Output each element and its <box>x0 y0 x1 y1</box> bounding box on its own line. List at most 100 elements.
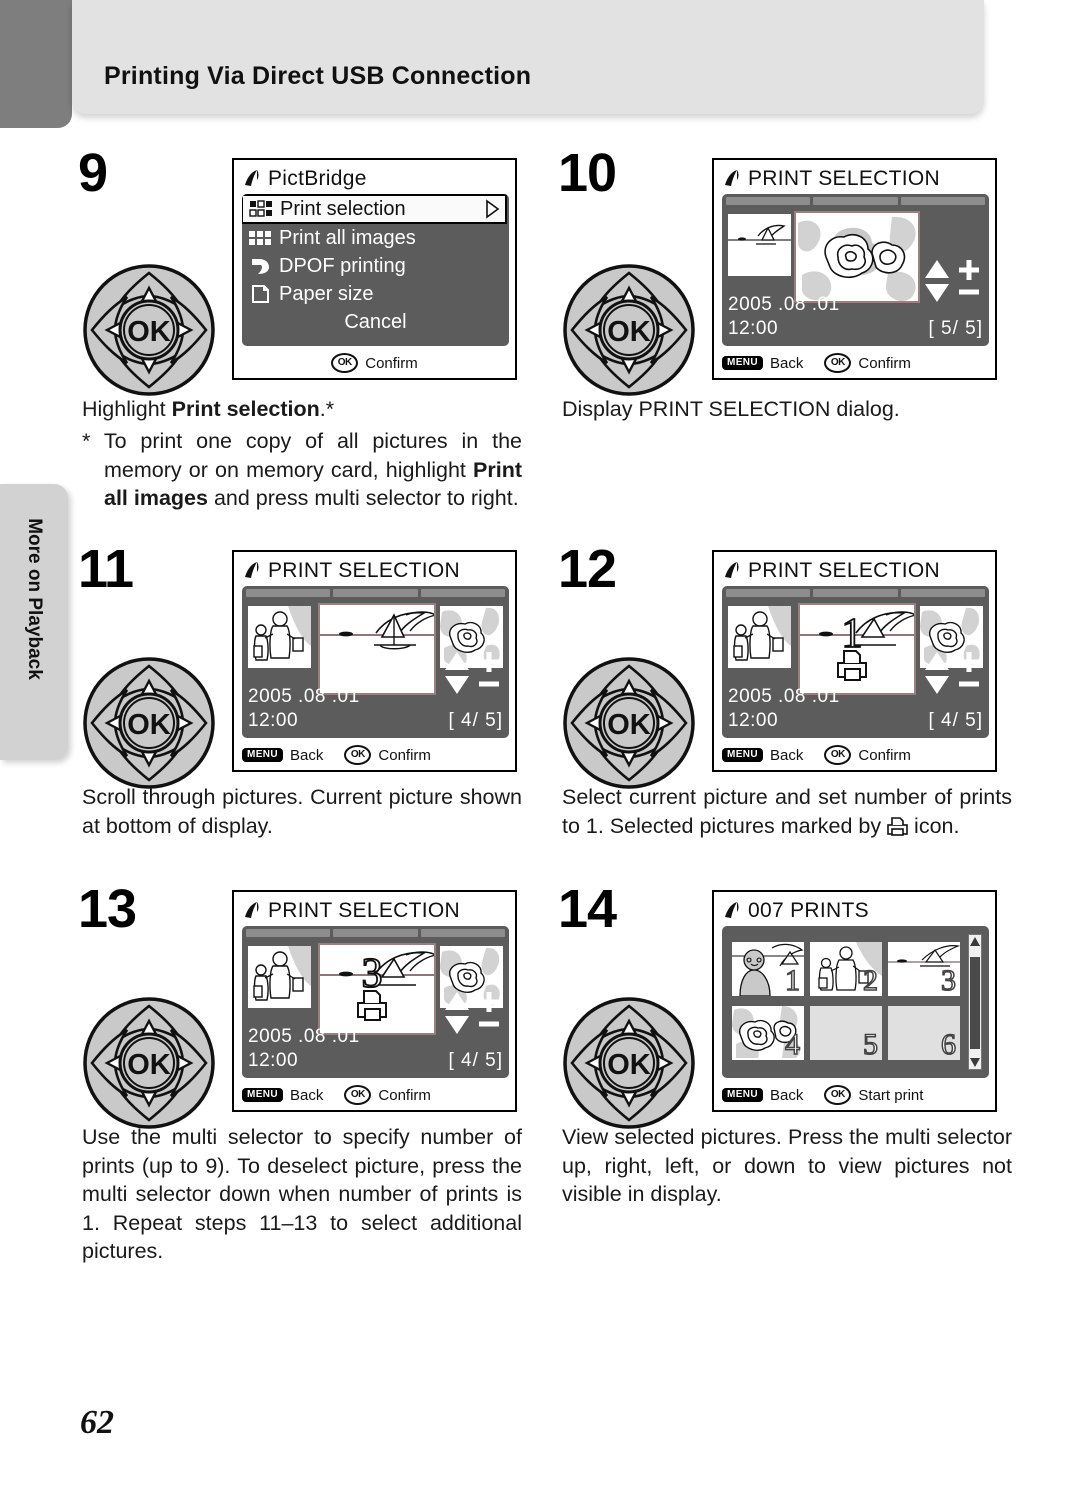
step-11-caption: Scroll through pictures. Current picture… <box>82 785 522 838</box>
grid-cell[interactable]: 6 <box>888 1006 960 1060</box>
camera-screen-print-selection: PRINT SELECTION <box>232 550 517 772</box>
grid-cell-number: 6 <box>940 1028 957 1060</box>
dpof-icon <box>248 256 274 276</box>
thumbnail-previous[interactable] <box>248 606 311 668</box>
multi-selector-dpad[interactable]: OK <box>82 996 216 1130</box>
screen-title: PRINT SELECTION <box>748 559 940 582</box>
caption-tail: icon. <box>908 813 960 838</box>
screen-title: 007 PRINTS <box>748 899 869 922</box>
grid-cell[interactable]: 2 <box>810 942 882 996</box>
grid-scrollbar[interactable] <box>968 934 982 1070</box>
scroll-thumb[interactable] <box>970 957 980 1049</box>
screen-body: 1 <box>722 926 989 1078</box>
footer-label-confirm: Confirm <box>858 746 911 764</box>
picture-time: 12:00 <box>248 710 299 731</box>
thumbnail-strip-top <box>242 586 509 600</box>
thumbnail-previous[interactable] <box>248 946 311 1008</box>
footer-label-start-print: Start print <box>858 1086 924 1104</box>
screen-body: 2005 .08 .01 12:00 [ 4/ 5] <box>242 586 509 738</box>
grid-cell[interactable]: 4 <box>732 1006 804 1060</box>
screen-footer: MENU Back OK Confirm <box>242 743 507 767</box>
grid-cell-number: 3 <box>940 964 957 996</box>
grid-cell[interactable]: 5 <box>810 1006 882 1060</box>
menu-item-label: Paper size <box>279 282 374 305</box>
scroll-down-arrow-icon[interactable] <box>970 1058 980 1067</box>
footer-label-back: Back <box>290 1086 324 1104</box>
grid-cell[interactable]: 1 <box>732 942 804 996</box>
multi-selector-dpad[interactable]: OK <box>562 656 696 790</box>
header-bar <box>72 0 984 114</box>
menu-button-icon: MENU <box>722 1088 764 1102</box>
step-number: 9 <box>78 143 108 203</box>
menu-button-icon: MENU <box>722 748 764 762</box>
thumbnail-previous[interactable] <box>728 214 791 276</box>
page-number: 62 <box>80 1404 114 1441</box>
pictbridge-icon <box>242 561 262 581</box>
picture-counter: [ 4/ 5] <box>448 710 503 731</box>
camera-screen-print-selection: PRINT SELECTION <box>712 550 997 772</box>
step-10-caption: Display PRINT SELECTION dialog. <box>562 397 900 421</box>
multi-selector-dpad[interactable]: OK <box>562 263 696 397</box>
screen-footer: MENU Back OK Start print <box>722 1083 987 1107</box>
picture-date: 2005 .08 .01 <box>248 686 360 707</box>
multi-selector-dpad[interactable]: OK <box>82 656 216 790</box>
scroll-up-arrow-icon[interactable] <box>970 937 980 946</box>
footnote-text-1: * To print one copy of all pictures in t… <box>82 429 522 482</box>
step-number: 11 <box>78 539 134 599</box>
svg-text:OK: OK <box>607 316 651 348</box>
camera-screen-prints-grid: 007 PRINTS 1 2 3 4 5 6 MENU Back OK Star… <box>712 890 997 1112</box>
grid-cell-number: 2 <box>862 964 879 996</box>
svg-text:OK: OK <box>127 709 171 741</box>
screen-title-bar: PRINT SELECTION <box>242 556 509 586</box>
pictbridge-icon <box>242 901 262 921</box>
pictbridge-icon <box>722 169 742 189</box>
print-selection-icon <box>249 199 275 219</box>
ok-button-icon: OK <box>824 745 852 765</box>
picture-counter: [ 5/ 5] <box>928 318 983 339</box>
step-14-caption: View selected pictures. Press the multi … <box>562 1125 1012 1207</box>
plus-minus-indicator <box>443 990 501 1036</box>
picture-time: 12:00 <box>248 1050 299 1071</box>
plus-minus-indicator <box>923 258 981 304</box>
header-corner-tab <box>0 0 72 128</box>
thumbnail-previous[interactable] <box>728 606 791 668</box>
footer-label-confirm: Confirm <box>378 1086 431 1104</box>
multi-selector-dpad[interactable]: OK <box>82 263 216 397</box>
grid-cell-number: 4 <box>784 1028 801 1060</box>
ok-button-icon: OK <box>824 353 852 373</box>
picture-time: 12:00 <box>728 318 779 339</box>
menu-item-print-selection[interactable]: Print selection <box>242 194 507 224</box>
grid-cell-number: 5 <box>862 1028 879 1060</box>
print-all-images-icon <box>248 228 274 248</box>
footer-label-confirm: Confirm <box>858 354 911 372</box>
screen-title-bar: PRINT SELECTION <box>722 556 989 586</box>
picture-date: 2005 .08 .01 <box>728 686 840 707</box>
menu-item-print-all-images[interactable]: Print all images <box>242 224 509 252</box>
thumbnail-current[interactable]: 3 <box>318 943 436 1035</box>
menu-item-paper-size[interactable]: Paper size <box>242 280 509 308</box>
menu-item-dpof-printing[interactable]: DPOF printing <box>242 252 509 280</box>
footer-label-back: Back <box>770 1086 804 1104</box>
menu-item-label: Cancel <box>344 310 407 333</box>
step-number: 13 <box>78 879 137 939</box>
picture-time: 12:00 <box>728 710 779 731</box>
picture-date: 2005 .08 .01 <box>728 294 840 315</box>
screen-footer: OK Confirm <box>242 351 507 375</box>
page-title: Printing Via Direct USB Connection <box>104 62 532 90</box>
screen-title-bar: 007 PRINTS <box>722 896 989 926</box>
svg-text:OK: OK <box>607 1049 651 1081</box>
grid-cell[interactable]: 3 <box>888 942 960 996</box>
menu-item-cancel[interactable]: Cancel <box>242 308 509 336</box>
screen-footer: MENU Back OK Confirm <box>722 351 987 375</box>
screen-title: PRINT SELECTION <box>268 899 460 922</box>
camera-screen-print-selection: PRINT SELECTION <box>712 158 997 380</box>
footer-label-confirm: Confirm <box>365 354 418 372</box>
multi-selector-dpad[interactable]: OK <box>562 996 696 1130</box>
thumbnail-current[interactable]: 1 <box>798 603 916 695</box>
grid-cell-number: 1 <box>784 964 801 996</box>
printer-icon <box>887 815 908 836</box>
screen-footer: MENU Back OK Confirm <box>242 1083 507 1107</box>
screen-title-bar: PRINT SELECTION <box>242 896 509 926</box>
thumbnail-current[interactable] <box>794 211 920 303</box>
thumbnail-current[interactable] <box>318 603 436 695</box>
